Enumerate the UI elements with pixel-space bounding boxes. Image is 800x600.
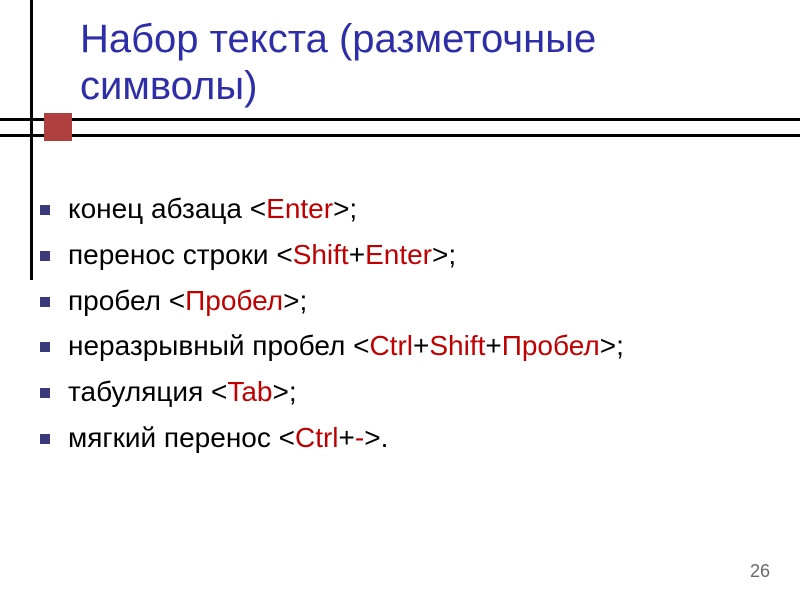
text-pre: перенос строки <	[68, 239, 293, 270]
keyword: Enter	[365, 239, 432, 270]
list-item: табуляция <Tab>;	[40, 373, 780, 411]
bullet-icon	[40, 297, 50, 307]
text-post: >;	[432, 239, 456, 270]
text-post: >;	[283, 285, 307, 316]
keyword: Пробел	[185, 285, 283, 316]
list-item-text: мягкий перенос <Ctrl+->.	[68, 419, 388, 457]
list-item: перенос строки <Shift+Enter>;	[40, 236, 780, 274]
keyword: Tab	[227, 376, 272, 407]
text-pre: пробел <	[68, 285, 185, 316]
deco-square	[44, 113, 72, 141]
slide-title: Набор текста (разметочные символы)	[80, 16, 770, 110]
slide: Набор текста (разметочные символы) конец…	[0, 0, 800, 600]
deco-hline-top	[0, 118, 800, 121]
keyword: Shift	[293, 239, 349, 270]
list-item: конец абзаца <Enter>;	[40, 190, 780, 228]
text-mid: +	[485, 330, 501, 361]
keyword: Ctrl	[295, 422, 339, 453]
page-number: 26	[750, 561, 770, 582]
title-decoration	[0, 118, 800, 148]
bullet-icon	[40, 342, 50, 352]
content-list: конец абзаца <Enter>; перенос строки <Sh…	[40, 190, 780, 465]
bullet-icon	[40, 205, 50, 215]
list-item: мягкий перенос <Ctrl+->.	[40, 419, 780, 457]
list-item-text: табуляция <Tab>;	[68, 373, 297, 411]
deco-hline-bot	[0, 134, 800, 137]
keyword: -	[355, 422, 364, 453]
text-mid: +	[413, 330, 429, 361]
deco-vline	[30, 0, 33, 280]
title-wrap: Набор текста (разметочные символы)	[80, 16, 770, 110]
text-mid: +	[349, 239, 365, 270]
text-post: >.	[364, 422, 388, 453]
keyword: Ctrl	[369, 330, 413, 361]
bullet-icon	[40, 388, 50, 398]
text-post: >;	[273, 376, 297, 407]
keyword: Enter	[266, 193, 333, 224]
keyword: Пробел	[502, 330, 600, 361]
text-post: >;	[333, 193, 357, 224]
keyword: Shift	[429, 330, 485, 361]
list-item-text: конец абзаца <Enter>;	[68, 190, 357, 228]
list-item-text: пробел <Пробел>;	[68, 282, 307, 320]
bullet-icon	[40, 251, 50, 261]
list-item-text: неразрывный пробел <Ctrl+Shift+Пробел>;	[68, 327, 624, 365]
text-pre: неразрывный пробел <	[68, 330, 369, 361]
list-item: пробел <Пробел>;	[40, 282, 780, 320]
text-post: >;	[600, 330, 624, 361]
text-mid: +	[339, 422, 355, 453]
list-item-text: перенос строки <Shift+Enter>;	[68, 236, 456, 274]
text-pre: мягкий перенос <	[68, 422, 295, 453]
bullet-icon	[40, 434, 50, 444]
text-pre: табуляция <	[68, 376, 227, 407]
text-pre: конец абзаца <	[68, 193, 266, 224]
list-item: неразрывный пробел <Ctrl+Shift+Пробел>;	[40, 327, 780, 365]
